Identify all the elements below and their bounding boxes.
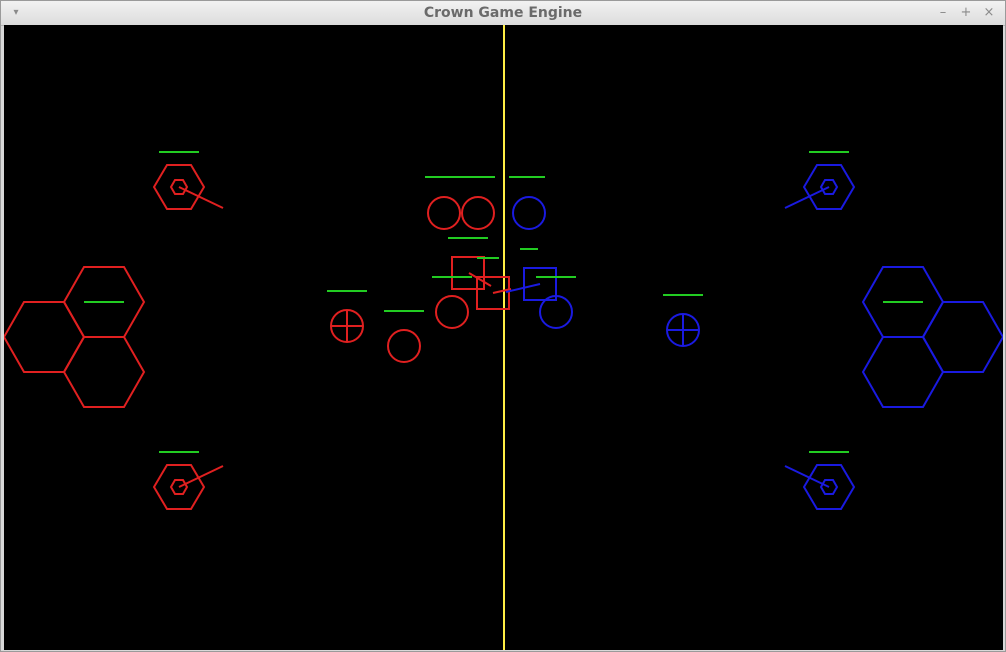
window-title: Crown Game Engine: [423, 5, 583, 21]
blue-base-hex-right: [921, 301, 1003, 373]
minimize-icon[interactable]: –: [934, 4, 952, 22]
game-canvas[interactable]: [4, 25, 1003, 650]
maximize-icon[interactable]: +: [957, 4, 975, 22]
blue-team-units: [505, 164, 1003, 510]
blue-base-hex-bottom: [861, 336, 945, 408]
game-viewport[interactable]: [4, 25, 1003, 650]
close-icon[interactable]: ×: [980, 4, 998, 22]
red-team-units: [4, 164, 512, 510]
blue-unit-circle: [512, 196, 546, 230]
red-unit-circle: [461, 196, 495, 230]
red-unit-circle: [427, 196, 461, 230]
red-unit-square: [451, 256, 485, 290]
game-window: ▾ Crown Game Engine – + ×: [0, 0, 1006, 652]
red-unit-circle: [387, 329, 421, 363]
title-bar[interactable]: ▾ Crown Game Engine – + ×: [1, 1, 1005, 26]
red-unit-heading: [468, 272, 492, 287]
red-base-hex-bottom: [62, 336, 146, 408]
red-base-hex-left: [4, 301, 86, 373]
red-unit-circle: [435, 295, 469, 329]
